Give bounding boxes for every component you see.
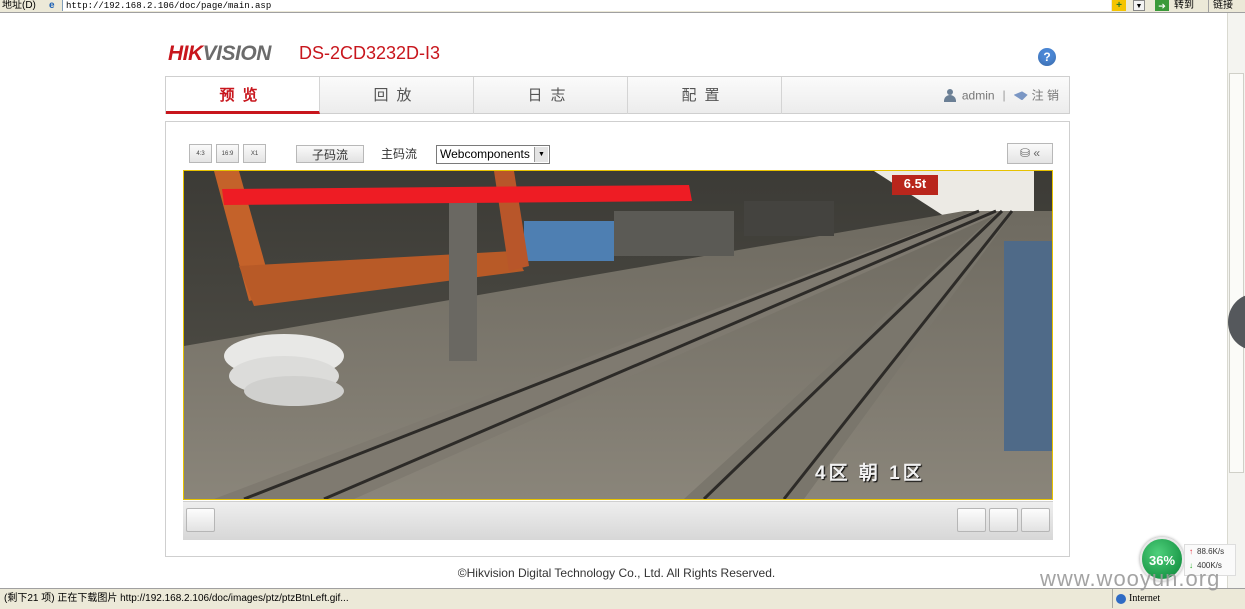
watermark-text: www.wooyun.org (1040, 566, 1221, 591)
ie-page-icon: e (49, 0, 55, 11)
address-label: 地址(D) (2, 0, 36, 11)
logout-icon[interactable] (1013, 91, 1028, 101)
links-button[interactable]: 链接 (1208, 0, 1233, 12)
collapse-icon: « (1033, 146, 1041, 160)
video-control-bar (183, 501, 1053, 540)
tab-log[interactable]: 日志 (474, 77, 628, 114)
go-button[interactable]: 转到 (1174, 0, 1194, 12)
chevron-down-icon[interactable]: ▼ (534, 147, 548, 162)
camera-osd-label: 4区 朝 1区 (815, 463, 925, 484)
main-nav: 预览 回放 日志 配置 admin | 注 销 (165, 76, 1070, 114)
ratio-16-9-button[interactable]: 16:9 (216, 144, 239, 163)
go-arrow-icon[interactable]: ➔ (1155, 0, 1169, 11)
substream-button[interactable]: 子码流 (296, 145, 364, 163)
username: admin (961, 88, 995, 103)
ptz-icon: ⛁ (1019, 146, 1031, 160)
tab-config[interactable]: 配置 (628, 77, 782, 114)
plugin-select[interactable]: Webcomponents ▼ (436, 145, 550, 164)
tab-playback[interactable]: 回放 (320, 77, 474, 114)
mainstream-button[interactable]: 主码流 (376, 145, 422, 163)
start-preview-button[interactable] (186, 508, 215, 532)
plugin-select-value: Webcomponents (440, 147, 530, 161)
ratio-4-3-button[interactable]: 4:3 (189, 144, 212, 163)
scrollbar-thumb[interactable] (1229, 73, 1244, 473)
address-input[interactable]: http://192.168.2.106/doc/page/main.asp (62, 0, 1111, 11)
ratio-original-button[interactable]: X1 (243, 144, 266, 163)
device-model: DS-2CD3232D-I3 (299, 43, 441, 63)
address-dropdown-icon[interactable]: ▼ (1133, 0, 1145, 11)
status-message: (剩下21 项) 正在下载图片 http://192.168.2.106/doc… (4, 593, 349, 604)
load-sign: 6.5t (892, 175, 938, 195)
zoom-button[interactable] (1021, 508, 1050, 532)
video-viewport[interactable]: 6.5t 4区 朝 1区 (183, 170, 1053, 500)
upload-speed: 88.6K/s (1189, 545, 1235, 559)
user-icon (943, 89, 956, 103)
tab-preview[interactable]: 预览 (166, 77, 320, 114)
browser-address-bar: 地址(D) e http://192.168.2.106/doc/page/ma… (0, 0, 1245, 13)
camera-feed-image (184, 171, 1052, 499)
user-area: admin | 注 销 (943, 77, 1059, 114)
ptz-toggle-button[interactable]: ⛁ « (1007, 143, 1053, 164)
favorite-add-icon[interactable]: + (1112, 0, 1126, 11)
hikvision-logo: HIKVISION (168, 42, 271, 65)
record-button[interactable] (989, 508, 1018, 532)
capture-button[interactable] (957, 508, 986, 532)
separator: | (1002, 88, 1006, 103)
logout-link[interactable]: 注 销 (1032, 88, 1059, 102)
help-icon[interactable]: ? (1038, 48, 1056, 66)
preview-toolbar: 4:3 16:9 X1 子码流 主码流 Webcomponents ▼ ⛁ « (183, 141, 1053, 171)
